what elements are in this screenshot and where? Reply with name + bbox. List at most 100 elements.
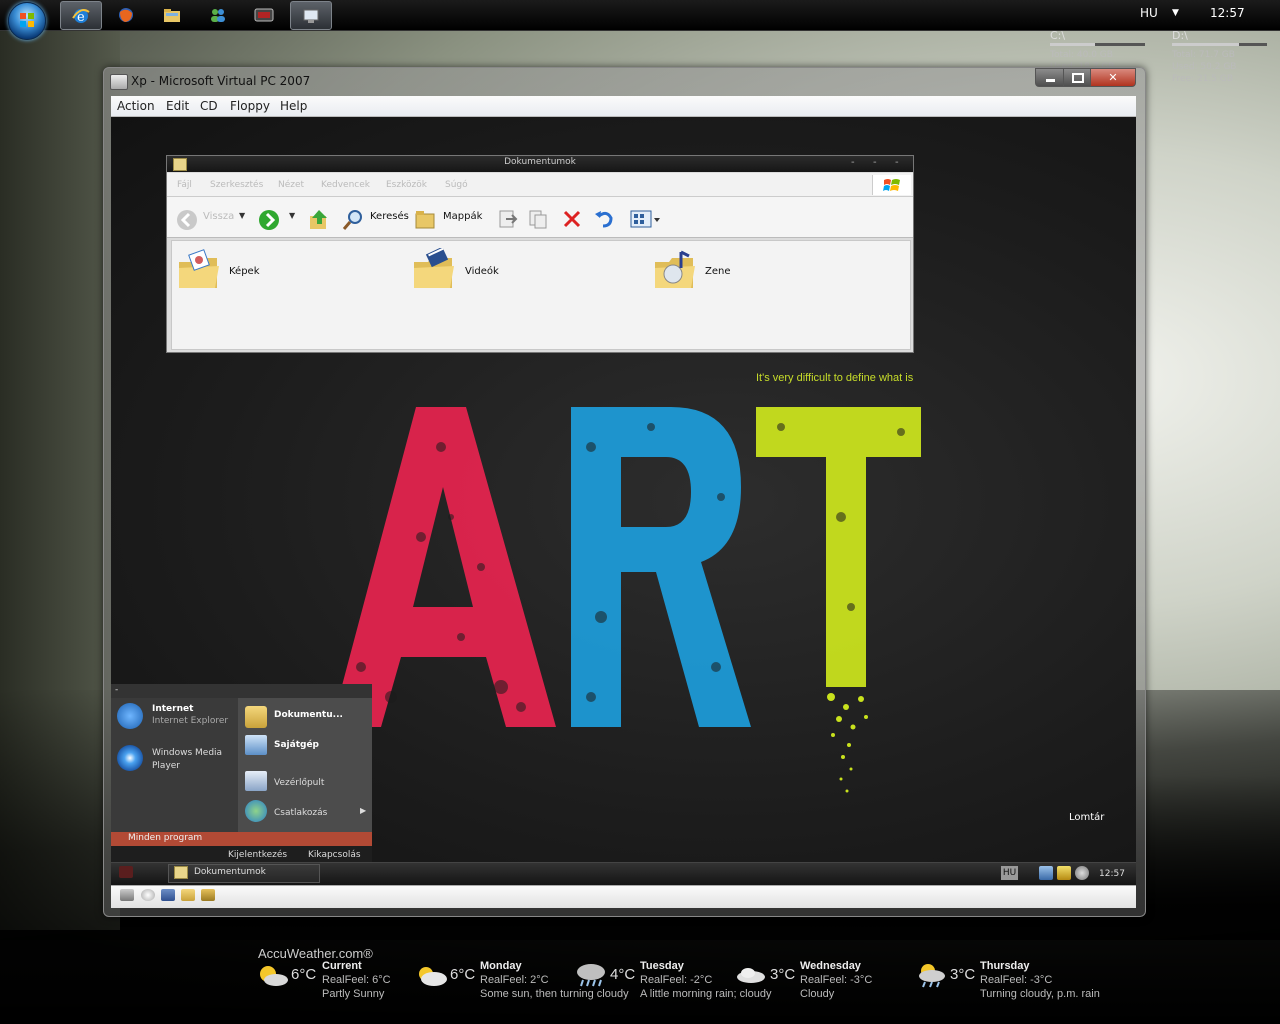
- folders-button[interactable]: [414, 208, 438, 234]
- recycle-bin-label[interactable]: Lomtár: [1069, 812, 1104, 823]
- xp-start-menu: - Internet Internet Explorer Windows Med…: [111, 684, 372, 862]
- network-adapter-status-icon[interactable]: [201, 889, 215, 901]
- weather-day: Wednesday: [800, 960, 861, 972]
- views-button[interactable]: [629, 208, 661, 234]
- language-dropdown-icon[interactable]: ▼: [1172, 8, 1179, 18]
- security-alert-tray-icon[interactable]: [1057, 866, 1071, 880]
- internet-explorer-icon[interactable]: [117, 703, 143, 729]
- firefox-icon: [119, 7, 133, 22]
- start-item-internet[interactable]: Internet: [152, 704, 193, 714]
- delete-button[interactable]: [561, 208, 583, 234]
- art-letter-r: [571, 407, 751, 727]
- up-folder-button[interactable]: [307, 208, 331, 236]
- folder-zene[interactable]: [653, 248, 697, 288]
- views-icon: [630, 210, 660, 228]
- menu-cd[interactable]: CD: [200, 99, 218, 113]
- host-taskbar: [0, 0, 1280, 31]
- rain-cloud-icon: [577, 964, 605, 987]
- start-item-connect-to[interactable]: Csatlakozás: [274, 808, 327, 818]
- start-item-media-player[interactable]: Windows Media: [152, 748, 222, 758]
- up-folder-icon: [310, 210, 327, 229]
- explorer-menu-tools[interactable]: Eszközök: [386, 180, 427, 190]
- weather-day: Monday: [480, 960, 522, 972]
- language-indicator[interactable]: HU: [1140, 6, 1158, 20]
- start-item-documents[interactable]: Dokumentu...: [274, 710, 343, 720]
- taskbar-explorer-button[interactable]: [152, 1, 192, 28]
- virtual-pc-icon: [303, 9, 319, 23]
- explorer-maximize-button[interactable]: -: [873, 157, 877, 168]
- art-letter-t: [756, 407, 921, 793]
- documents-folder-icon[interactable]: [245, 706, 267, 728]
- explorer-menu-edit[interactable]: Szerkesztés: [210, 180, 263, 190]
- xp-start-button[interactable]: [119, 866, 133, 878]
- internet-explorer-icon: e: [72, 8, 90, 25]
- explorer-menu-favorites[interactable]: Kedvencek: [321, 180, 370, 190]
- xp-clock[interactable]: 12:57: [1099, 869, 1125, 879]
- shutdown-button[interactable]: Kikapcsolás: [308, 850, 361, 860]
- copy-to-button[interactable]: [527, 208, 549, 234]
- explorer-menu-file[interactable]: Fájl: [177, 180, 192, 190]
- minimize-icon: [1045, 79, 1055, 82]
- system-clock[interactable]: 12:57: [1210, 6, 1245, 20]
- menu-action[interactable]: Action: [117, 99, 155, 113]
- explorer-close-button[interactable]: -: [895, 157, 899, 168]
- weather-provider[interactable]: AccuWeather.com®: [258, 946, 373, 961]
- folders-label[interactable]: Mappák: [443, 211, 482, 222]
- forward-arrow-icon: [259, 210, 279, 230]
- maximize-button[interactable]: [1063, 68, 1092, 87]
- menu-floppy[interactable]: Floppy: [230, 99, 270, 113]
- start-item-label: Dokumentu...: [274, 710, 343, 720]
- undo-button[interactable]: [593, 208, 615, 234]
- taskbar-firefox-button[interactable]: [106, 1, 146, 28]
- move-to-button[interactable]: [497, 208, 519, 234]
- volume-tray-icon[interactable]: [1075, 866, 1089, 880]
- virtual-pc-window-icon: [110, 74, 128, 90]
- search-button[interactable]: [341, 208, 365, 236]
- back-dropdown-icon[interactable]: ▼: [239, 211, 245, 220]
- network-tray-icon[interactable]: [1039, 866, 1053, 880]
- explorer-content: [171, 240, 911, 350]
- start-item-my-computer[interactable]: Sajátgép: [274, 740, 319, 750]
- menu-help[interactable]: Help: [280, 99, 307, 113]
- forward-dropdown-icon[interactable]: ▼: [289, 211, 295, 220]
- start-item-label: Sajátgép: [274, 740, 320, 750]
- back-button[interactable]: [175, 208, 199, 236]
- folder-kepek[interactable]: [177, 248, 221, 288]
- weather-realfeel: RealFeel: -3°C: [800, 974, 873, 986]
- taskbar-messenger-button[interactable]: [198, 1, 238, 28]
- forward-button[interactable]: [257, 208, 281, 236]
- floppy-status-icon[interactable]: [161, 889, 175, 901]
- explorer-menu-view[interactable]: Nézet: [278, 180, 304, 190]
- search-label[interactable]: Keresés: [370, 211, 409, 222]
- taskbar-media-button[interactable]: [244, 1, 284, 28]
- media-center-icon: [254, 8, 274, 21]
- minimize-button[interactable]: [1035, 68, 1065, 87]
- taskbar-virtualpc-button[interactable]: [290, 1, 332, 30]
- shared-folder-status-icon[interactable]: [181, 889, 195, 901]
- my-computer-icon[interactable]: [245, 735, 267, 755]
- control-panel-icon[interactable]: [245, 771, 267, 791]
- folder-label: Képek: [229, 266, 260, 277]
- cd-drive-status-icon[interactable]: [141, 889, 155, 901]
- close-button[interactable]: ✕: [1090, 68, 1136, 87]
- weather-day: Current: [322, 960, 362, 972]
- wallpaper-caption: It's very difficult to define what is: [756, 372, 914, 384]
- move-to-icon: [499, 210, 518, 228]
- connect-to-icon[interactable]: [245, 800, 267, 822]
- start-item-control-panel[interactable]: Vezérlőpult: [274, 778, 324, 788]
- weather-desc: Partly Sunny: [322, 988, 385, 1000]
- menu-edit[interactable]: Edit: [166, 99, 189, 113]
- explorer-minimize-button[interactable]: -: [851, 157, 855, 168]
- weather-desc: Cloudy: [800, 988, 835, 1000]
- hard-disk-status-icon[interactable]: [120, 889, 134, 901]
- xp-language-indicator[interactable]: HU: [1001, 866, 1018, 880]
- windows-media-player-icon[interactable]: [117, 745, 143, 771]
- back-label: Vissza: [203, 211, 235, 222]
- logoff-button[interactable]: Kijelentkezés: [228, 850, 287, 860]
- explorer-menu-help[interactable]: Súgó: [445, 180, 468, 190]
- folder-videok[interactable]: [412, 246, 456, 288]
- start-orb[interactable]: [8, 2, 46, 40]
- taskbar-ie-button[interactable]: e: [60, 1, 102, 30]
- guest-screen[interactable]: It's very difficult to define what is Lo…: [111, 117, 1136, 885]
- folder-label: Zene: [705, 266, 731, 277]
